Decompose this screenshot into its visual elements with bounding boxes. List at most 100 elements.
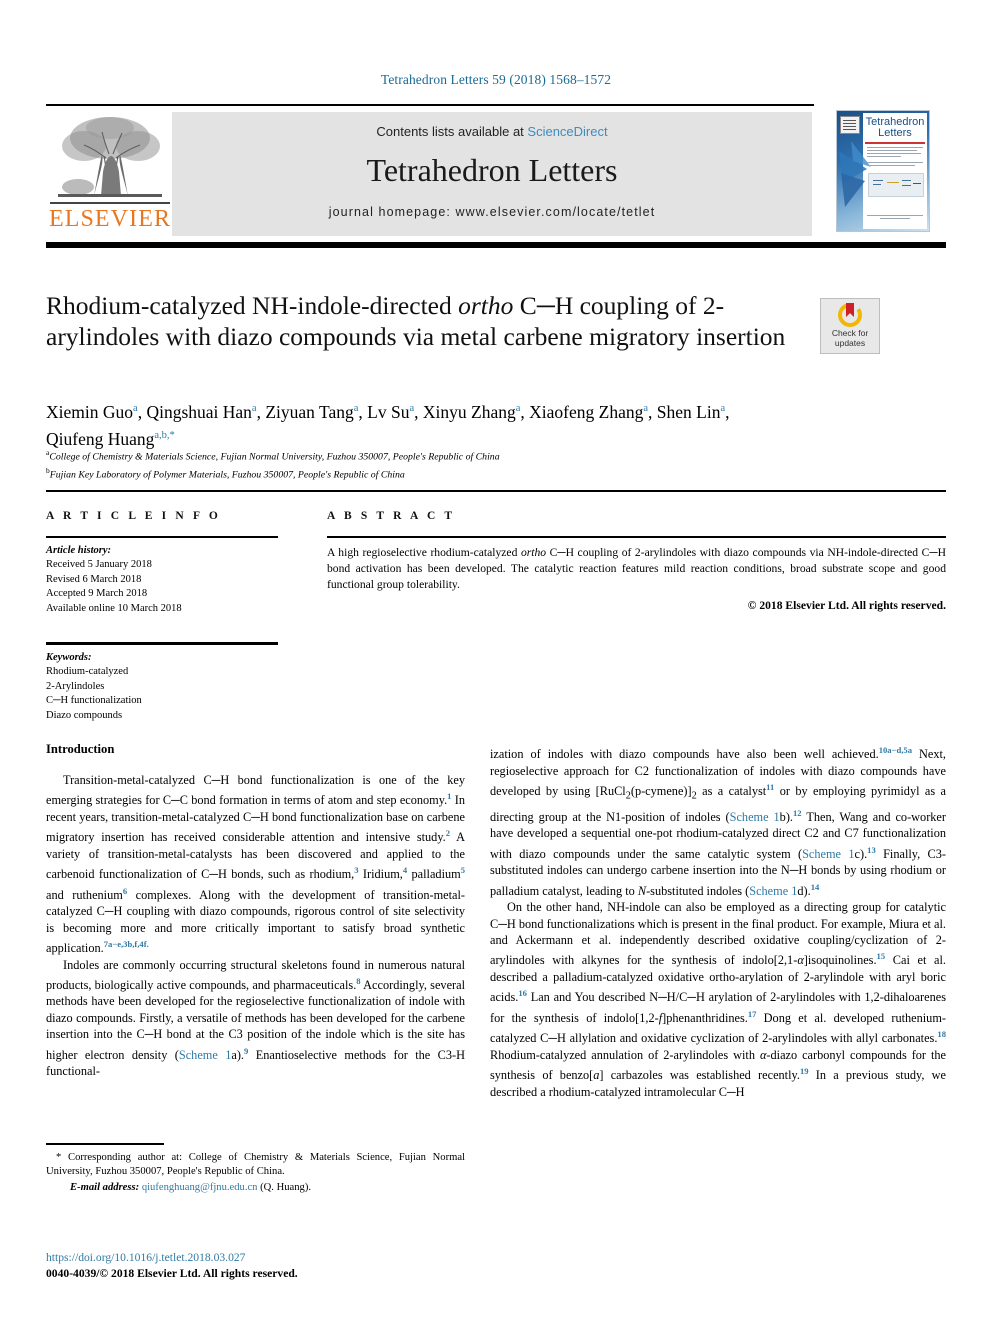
journal-cover-image: Tetrahedron Letters <box>836 110 930 232</box>
scheme-link[interactable]: Scheme 1 <box>730 810 780 824</box>
contents-band: Contents lists available at ScienceDirec… <box>172 112 812 236</box>
citation-ref[interactable]: 19 <box>800 1066 809 1076</box>
author-affil-mark: a <box>251 403 257 414</box>
info-section-rule <box>46 490 946 492</box>
body-paragraph: Transition-metal-catalyzed C─H bond func… <box>46 772 465 957</box>
text-run: Iridium, <box>358 867 403 882</box>
abstract-part1: A high regioselective rhodium-catalyzed <box>327 545 521 559</box>
author-name: Xiaofeng Zhang <box>529 401 644 422</box>
cover-stamp-icon <box>840 116 860 134</box>
text-run: ]isoquinolines. <box>803 953 877 968</box>
citation-ref[interactable]: 13 <box>867 845 876 855</box>
elsevier-wordmark: ELSEVIER <box>48 206 172 232</box>
text-run: Transition-metal-catalyzed C─H bond func… <box>46 773 465 808</box>
crossmark-label-line2: updates <box>834 337 866 348</box>
title-block: Rhodium-catalyzed NH-indole-directed ort… <box>46 290 806 352</box>
scheme-link[interactable]: Scheme 1 <box>179 1048 232 1062</box>
elsevier-logo-rule <box>50 202 170 204</box>
issn-copyright: 0040-4039/© 2018 Elsevier Ltd. All right… <box>46 1266 298 1280</box>
text-run: (p-cymene)] <box>630 784 692 798</box>
text-run: c). <box>854 846 868 861</box>
abstract-text: A high regioselective rhodium-catalyzed … <box>327 545 946 593</box>
crossmark-badge[interactable]: Check for updates <box>820 298 880 354</box>
keyword-item: Diazo compounds <box>46 709 123 721</box>
citation-ref[interactable]: 7a−e,3b,f,4f. <box>104 939 149 949</box>
sciencedirect-link[interactable]: ScienceDirect <box>527 124 607 139</box>
citation-ref[interactable]: 5 <box>461 865 465 875</box>
journal-masthead: ELSEVIER Contents lists available at Sci… <box>46 104 946 248</box>
title-line1-a: Rhodium-catalyzed NH-indole-directed <box>46 291 459 320</box>
text-run: and ruthenium <box>46 887 123 902</box>
keyword-item: 2-Arylindoles <box>46 680 105 692</box>
body-column-left: Introduction Transition-metal-catalyzed … <box>46 742 465 1080</box>
masthead-top-rule <box>46 104 946 106</box>
article-info-header: A R T I C L E I N F O <box>46 510 221 522</box>
author-affil-mark: a <box>515 403 521 414</box>
cover-scheme-graphic <box>868 173 924 197</box>
journal-homepage[interactable]: journal homepage: www.elsevier.com/locat… <box>172 205 812 219</box>
abstract-column: A high regioselective rhodium-catalyzed … <box>327 536 946 625</box>
text-run: as a catalyst <box>696 784 767 798</box>
citation-ref[interactable]: 10a−d,5a <box>879 745 912 755</box>
page-title: Rhodium-catalyzed NH-indole-directed ort… <box>46 290 806 352</box>
email-link[interactable]: qiufenghuang@fjnu.edu.cn <box>142 1182 258 1193</box>
affiliations: aCollege of Chemistry & Materials Scienc… <box>46 446 936 482</box>
scheme-link[interactable]: Scheme 1 <box>749 884 797 898</box>
affiliation-a-text: College of Chemistry & Materials Science… <box>49 451 500 463</box>
author-affil-mark: a <box>643 403 649 414</box>
title-line1-italic: ortho <box>458 291 514 320</box>
elsevier-tree-icon <box>54 112 166 202</box>
citation-ref[interactable]: 18 <box>937 1029 946 1039</box>
cover-text-lines <box>867 147 923 168</box>
text-run: ]phenanthridines. <box>662 1010 748 1025</box>
text-run: ] carbazoles was established recently. <box>599 1068 800 1083</box>
paper-page: Tetrahedron Letters 59 (2018) 1568–1572 <box>0 0 992 1323</box>
body-paragraph: ization of indoles with diazo compounds … <box>490 742 946 899</box>
footnote-rule <box>46 1143 164 1145</box>
crossmark-label: Check for updates <box>821 328 879 348</box>
citation-ref[interactable]: 15 <box>877 951 886 961</box>
keyword-item: C─H functionalization <box>46 695 142 706</box>
contents-prefix: Contents lists available at <box>376 124 528 139</box>
elsevier-logo: ELSEVIER <box>48 110 172 238</box>
author-name: Ziyuan Tang <box>265 401 354 422</box>
contents-available-line: Contents lists available at ScienceDirec… <box>172 124 812 139</box>
article-history-item: Revised 6 March 2018 <box>46 573 142 585</box>
author-list: Xiemin Guoa, Qingshuai Hana, Ziyuan Tang… <box>46 401 730 449</box>
abstract-copyright: © 2018 Elsevier Ltd. All rights reserved… <box>747 598 946 612</box>
abstract-italic-ortho: ortho <box>520 545 547 559</box>
scheme-link[interactable]: Scheme 1 <box>802 847 854 861</box>
body-paragraph: Indoles are commonly occurring structura… <box>46 957 465 1080</box>
corresponding-author-footnote: * Corresponding author at: College of Ch… <box>46 1143 465 1196</box>
text-run: b). <box>779 809 793 824</box>
body-column-right: ization of indoles with diazo compounds … <box>490 742 946 1100</box>
email-owner: (Q. Huang). <box>257 1182 312 1194</box>
cover-accent-rule <box>865 142 925 144</box>
corresponding-author-text: Corresponding author at: College of Chem… <box>46 1151 465 1177</box>
affiliation-b-text: Fujian Key Laboratory of Polymer Materia… <box>49 469 405 481</box>
article-history-item: Available online 10 March 2018 <box>46 602 182 614</box>
author-name: Shen Lin <box>656 401 721 422</box>
citation-ref[interactable]: 12 <box>793 808 802 818</box>
running-head: Tetrahedron Letters 59 (2018) 1568–1572 <box>380 72 612 87</box>
article-history-item: Accepted 9 March 2018 <box>46 588 148 599</box>
keywords-title: Keywords: <box>46 651 92 663</box>
masthead-bottom-rule <box>46 242 946 248</box>
article-history-rule <box>46 536 278 538</box>
citation-ref[interactable]: 16 <box>518 988 527 998</box>
abstract-rule <box>327 536 946 538</box>
article-history-title: Article history: <box>46 544 112 556</box>
author-affil-mark: a <box>133 403 138 414</box>
author-affil-mark: a <box>409 403 415 414</box>
cover-journal-title: Tetrahedron Letters <box>865 116 925 139</box>
text-run: -substituted indoles ( <box>646 883 750 898</box>
body-paragraph: On the other hand, NH-indole can also be… <box>490 899 946 1100</box>
crossmark-label-line1: Check for <box>831 328 869 338</box>
keyword-item: Rhodium-catalyzed <box>46 666 129 677</box>
citation-ref[interactable]: 14 <box>811 882 820 892</box>
author-name: Qingshuai Han <box>146 401 252 422</box>
abstract-header: A B S T R A C T <box>327 510 456 522</box>
author-name: Xiemin Guo <box>46 401 134 422</box>
email-label: E-mail address: <box>70 1182 140 1194</box>
doi-link[interactable]: https://doi.org/10.1016/j.tetlet.2018.03… <box>46 1250 465 1266</box>
